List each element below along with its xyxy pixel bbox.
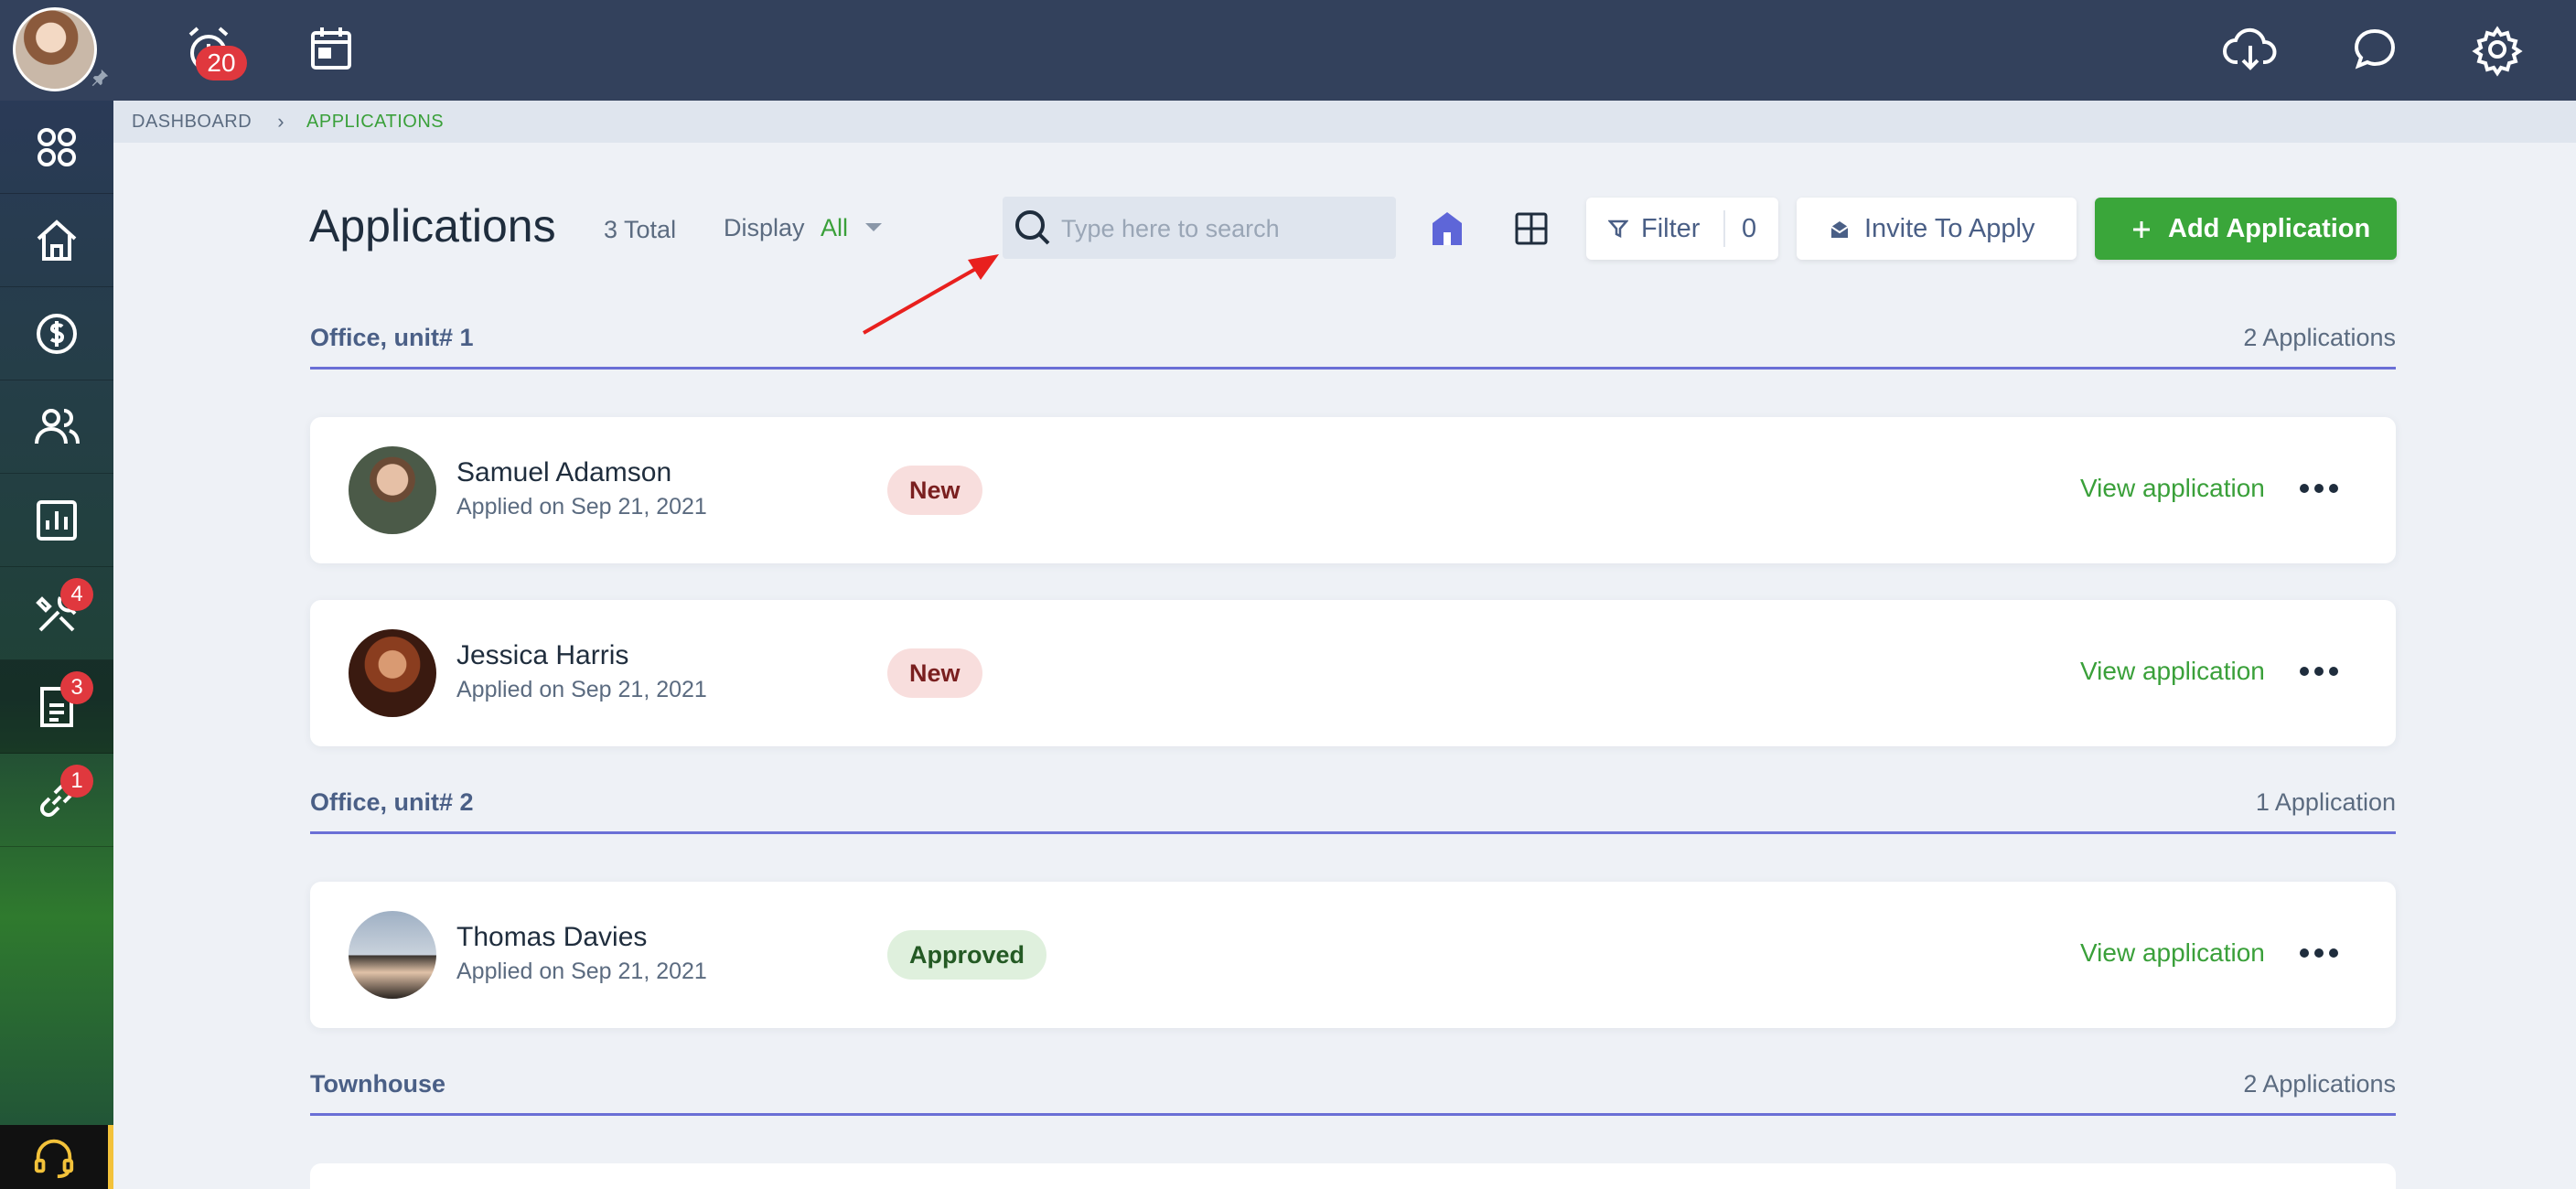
application-card: Thomas Davies Applied on Sep 21, 2021 Ap…	[310, 882, 2396, 1028]
view-application-link[interactable]: View application	[2080, 657, 2265, 686]
applicant-avatar	[349, 446, 436, 534]
sidebar-badge-applications: 3	[60, 671, 93, 704]
filter-label: Filter	[1641, 214, 1701, 243]
invite-to-apply-button[interactable]: Invite To Apply	[1797, 198, 2077, 260]
calendar-icon[interactable]	[302, 20, 360, 79]
page-title: Applications	[309, 200, 556, 252]
user-avatar[interactable]	[13, 7, 97, 91]
top-bar: 20	[0, 0, 2576, 101]
home-view-icon[interactable]	[1429, 210, 1465, 247]
sidebar-item-apps[interactable]	[0, 101, 113, 194]
home-icon	[37, 219, 77, 261]
group-divider	[310, 1113, 2396, 1116]
plus-icon	[2133, 221, 2150, 238]
applied-date: Applied on Sep 21, 2021	[456, 959, 707, 984]
more-options-icon[interactable]	[2297, 660, 2341, 682]
group-count: 1 Application	[2255, 788, 2396, 816]
more-options-icon[interactable]	[2297, 942, 2341, 964]
more-options-icon[interactable]	[2297, 477, 2341, 499]
group-title: Townhouse	[310, 1070, 445, 1098]
status-badge: New	[887, 466, 982, 515]
headset-icon	[34, 1139, 74, 1179]
red-arrow-annotation	[863, 254, 999, 335]
application-card	[310, 1163, 2396, 1189]
grid-view-icon[interactable]	[1513, 210, 1550, 247]
cloud-download-icon[interactable]	[2221, 20, 2280, 79]
sidebar-item-maintenance[interactable]: 4	[0, 567, 113, 660]
sidebar-item-people[interactable]	[0, 380, 113, 474]
help-button[interactable]	[0, 1125, 113, 1189]
filter-count: 0	[1742, 214, 1757, 243]
sidebar-item-applications[interactable]: 3	[0, 660, 113, 754]
applied-date: Applied on Sep 21, 2021	[456, 494, 707, 520]
sidebar-item-payments[interactable]	[0, 287, 113, 380]
pin-icon	[91, 69, 109, 87]
applied-date: Applied on Sep 21, 2021	[456, 677, 707, 702]
add-application-label: Add Application	[2168, 214, 2371, 243]
sidebar-badge-links: 1	[60, 765, 93, 798]
total-count: 3 Total	[604, 216, 677, 243]
breadcrumb: DASHBOARD › APPLICATIONS	[113, 101, 2576, 143]
filter-icon	[1608, 220, 1628, 239]
group-title: Office, unit# 1	[310, 324, 474, 351]
dollar-icon	[37, 313, 77, 354]
reports-icon	[37, 499, 77, 541]
search-icon	[1015, 210, 1050, 245]
applicant-name: Jessica Harris	[456, 640, 629, 670]
invite-label: Invite To Apply	[1864, 214, 2035, 243]
status-badge: Approved	[887, 930, 1047, 980]
group-divider	[310, 831, 2396, 834]
sidebar: 4 3 1	[0, 101, 113, 1189]
applicant-name: Samuel Adamson	[456, 457, 672, 487]
application-card: Samuel Adamson Applied on Sep 21, 2021 N…	[310, 417, 2396, 563]
add-application-button[interactable]: Add Application	[2095, 198, 2397, 260]
caret-down-icon[interactable]	[865, 223, 882, 231]
applicant-avatar	[349, 911, 436, 999]
breadcrumb-applications: APPLICATIONS	[306, 111, 445, 132]
search-input[interactable]	[1061, 203, 1390, 254]
filter-button[interactable]: Filter 0	[1586, 198, 1778, 260]
breadcrumb-dashboard[interactable]: DASHBOARD	[132, 112, 252, 133]
filter-divider	[1723, 210, 1725, 247]
sidebar-item-home[interactable]	[0, 194, 113, 287]
display-label: Display	[724, 214, 805, 241]
sidebar-item-reports[interactable]	[0, 474, 113, 567]
group-title: Office, unit# 2	[310, 788, 474, 816]
status-badge: New	[887, 648, 982, 698]
display-dropdown[interactable]: All	[821, 214, 848, 242]
view-application-link[interactable]: View application	[2080, 938, 2265, 968]
envelope-icon	[1830, 221, 1849, 238]
group-divider	[310, 367, 2396, 370]
gear-icon[interactable]	[2468, 20, 2527, 79]
apps-icon	[38, 127, 76, 166]
users-icon	[35, 408, 80, 444]
chat-icon[interactable]	[2345, 20, 2404, 79]
applicant-name: Thomas Davies	[456, 922, 648, 952]
sidebar-badge-maintenance: 4	[60, 578, 93, 611]
chevron-right-icon: ›	[277, 110, 285, 133]
application-card: Jessica Harris Applied on Sep 21, 2021 N…	[310, 600, 2396, 746]
alarm-badge: 20	[196, 46, 247, 80]
group-count: 2 Applications	[2243, 324, 2396, 351]
view-application-link[interactable]: View application	[2080, 474, 2265, 503]
group-count: 2 Applications	[2243, 1070, 2396, 1098]
sidebar-item-links[interactable]: 1	[0, 754, 113, 847]
applicant-avatar	[349, 629, 436, 717]
